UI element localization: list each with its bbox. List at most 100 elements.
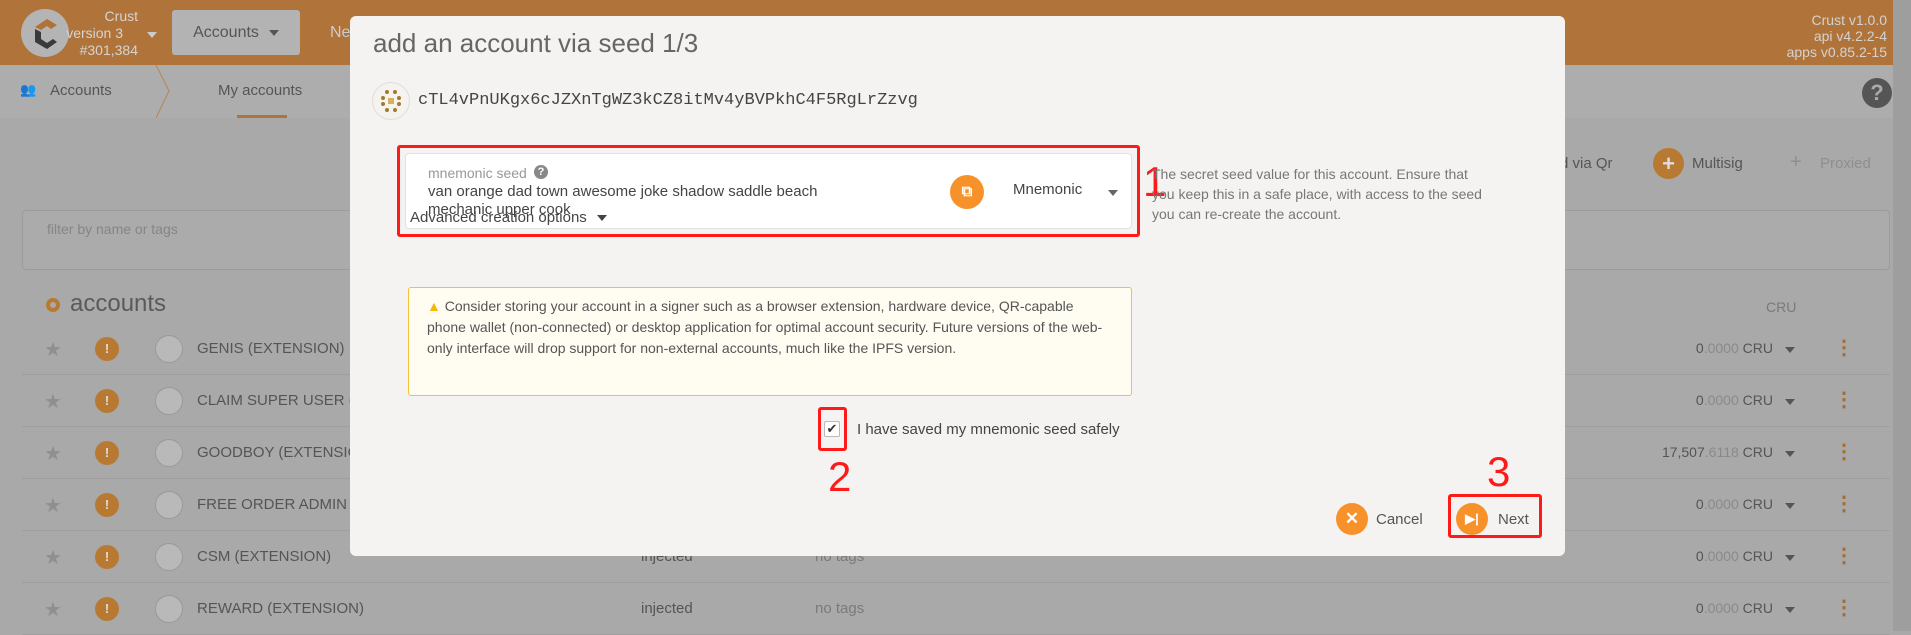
- next-button[interactable]: ▶| Next: [1456, 503, 1529, 535]
- chevron-down-icon[interactable]: [1785, 607, 1795, 613]
- breadcrumb-divider: [155, 65, 170, 118]
- chevron-down-icon[interactable]: [1785, 347, 1795, 353]
- warning-text: Consider storing your account in a signe…: [427, 298, 1103, 356]
- account-identicon[interactable]: [155, 439, 183, 467]
- balance-unit: CRU: [1742, 340, 1773, 356]
- warning-icon: !: [95, 337, 119, 361]
- balance-int: 0: [1695, 548, 1704, 564]
- warning-icon: ▲: [427, 298, 445, 314]
- annotation-number-2: 2: [828, 453, 852, 500]
- account-name[interactable]: CSM (EXTENSION): [197, 548, 331, 565]
- seed-help-text: The secret seed value for this account. …: [1152, 166, 1482, 222]
- account-identicon[interactable]: [155, 491, 183, 519]
- more-options-icon[interactable]: ⋮: [1834, 335, 1854, 360]
- account-identicon: [372, 82, 410, 120]
- version-line: apps v0.85.2-15: [1786, 44, 1887, 60]
- chevron-down-icon[interactable]: [1785, 555, 1795, 561]
- plus-icon: +: [1790, 151, 1802, 173]
- warning-icon: !: [95, 545, 119, 569]
- saved-seed-label[interactable]: I have saved my mnemonic seed safely: [857, 421, 1120, 438]
- seed-type-dropdown[interactable]: Mnemonic: [1013, 181, 1082, 198]
- favorite-star-icon[interactable]: ★: [44, 493, 62, 518]
- tab-my-accounts[interactable]: My accounts: [218, 82, 302, 99]
- account-name[interactable]: GENIS (EXTENSION): [197, 340, 345, 357]
- add-via-qr-button[interactable]: d via Qr: [1560, 155, 1613, 172]
- favorite-star-icon[interactable]: ★: [44, 337, 62, 362]
- accounts-heading: accounts: [70, 290, 167, 317]
- scrollbar[interactable]: [1893, 0, 1911, 631]
- favorite-star-icon[interactable]: ★: [44, 389, 62, 414]
- balance-int: 17,507: [1661, 444, 1705, 460]
- account-name[interactable]: CLAIM SUPER USER (E: [197, 392, 364, 409]
- proxied-button[interactable]: Proxied: [1820, 155, 1871, 172]
- account-address: cTL4vPnUKgx6cJZXnTgWZ3kCZ8itMv4yBVPkhC4F…: [418, 91, 918, 110]
- account-balance: 0.0000 CRU: [1573, 600, 1773, 616]
- more-options-icon[interactable]: ⋮: [1834, 595, 1854, 620]
- warning-icon: !: [95, 493, 119, 517]
- crust-logo[interactable]: [21, 9, 69, 57]
- balance-decimals: .0000: [1703, 340, 1739, 356]
- version-line: api v4.2.2-4: [1813, 28, 1887, 44]
- favorite-star-icon[interactable]: ★: [44, 597, 62, 622]
- more-options-icon[interactable]: ⋮: [1834, 543, 1854, 568]
- copy-icon[interactable]: ⧉: [950, 175, 984, 209]
- add-account-modal: add an account via seed 1/3 cTL4vPnUKgx6…: [350, 16, 1565, 556]
- account-identicon[interactable]: [155, 335, 183, 363]
- filter-placeholder: filter by name or tags: [47, 221, 178, 237]
- favorite-star-icon[interactable]: ★: [44, 441, 62, 466]
- account-balance: 0.0000 CRU: [1573, 548, 1773, 564]
- section-accounts[interactable]: Accounts: [50, 82, 112, 99]
- account-name[interactable]: FREE ORDER ADMIN (: [197, 496, 356, 513]
- chevron-down-icon[interactable]: [1785, 399, 1795, 405]
- close-icon: ✕: [1336, 503, 1368, 535]
- account-name[interactable]: REWARD (EXTENSION): [197, 600, 364, 617]
- chain-version[interactable]: version 3: [66, 25, 123, 41]
- balance-unit: CRU: [1742, 444, 1773, 460]
- nav-network[interactable]: Ne: [330, 24, 350, 42]
- advanced-options-label: Advanced creation options: [410, 209, 587, 226]
- account-identicon[interactable]: [155, 387, 183, 415]
- cancel-button[interactable]: ✕ Cancel: [1336, 503, 1423, 535]
- plus-icon[interactable]: +: [1653, 148, 1684, 179]
- more-options-icon[interactable]: ⋮: [1834, 387, 1854, 412]
- saved-seed-checkbox[interactable]: ✔: [824, 421, 840, 437]
- balance-decimals: .0000: [1703, 548, 1739, 564]
- nav-accounts-dropdown[interactable]: Accounts: [172, 10, 300, 55]
- account-tags[interactable]: no tags: [815, 600, 864, 617]
- chain-name[interactable]: Crust: [105, 8, 138, 24]
- balance-decimals: .0000: [1703, 600, 1739, 616]
- chain-chevron-icon[interactable]: [147, 32, 157, 38]
- balance-decimals: .0000: [1703, 392, 1739, 408]
- account-balance: 17,507.6118 CRU: [1573, 444, 1773, 460]
- help-icon[interactable]: ?: [1862, 78, 1892, 108]
- account-type: injected: [641, 600, 693, 617]
- account-name[interactable]: GOODBOY (EXTENSIO: [197, 444, 359, 461]
- account-identicon[interactable]: [155, 543, 183, 571]
- balance-int: 0: [1695, 392, 1704, 408]
- next-label: Next: [1498, 510, 1529, 528]
- warning-icon: !: [95, 389, 119, 413]
- balance-unit: CRU: [1742, 496, 1773, 512]
- favorite-star-icon[interactable]: ★: [44, 545, 62, 570]
- more-options-icon[interactable]: ⋮: [1834, 439, 1854, 464]
- help-icon[interactable]: ?: [534, 165, 548, 179]
- account-balance: 0.0000 CRU: [1573, 496, 1773, 512]
- more-options-icon[interactable]: ⋮: [1834, 491, 1854, 516]
- balance-unit: CRU: [1742, 548, 1773, 564]
- chevron-down-icon[interactable]: [1785, 503, 1795, 509]
- multisig-button[interactable]: Multisig: [1692, 155, 1743, 172]
- step-forward-icon: ▶|: [1456, 503, 1488, 535]
- chevron-down-icon: [596, 214, 607, 221]
- balance-column-header: CRU: [1766, 299, 1797, 315]
- account-identicon[interactable]: [155, 595, 183, 623]
- balance-decimals: .0000: [1703, 496, 1739, 512]
- version-line: Crust v1.0.0: [1811, 12, 1887, 28]
- advanced-options-toggle[interactable]: Advanced creation options: [410, 209, 607, 226]
- account-row: ★ ! REWARD (EXTENSION) injected no tags …: [22, 583, 1890, 635]
- seed-label: mnemonic seed: [428, 165, 527, 181]
- version-info: Crust v1.0.0 api v4.2.2-4 apps v0.85.2-1…: [1787, 12, 1887, 60]
- warning-icon: !: [95, 441, 119, 465]
- chevron-down-icon[interactable]: [1785, 451, 1795, 457]
- chevron-down-icon[interactable]: [1108, 190, 1118, 196]
- balance-int: 0: [1695, 496, 1704, 512]
